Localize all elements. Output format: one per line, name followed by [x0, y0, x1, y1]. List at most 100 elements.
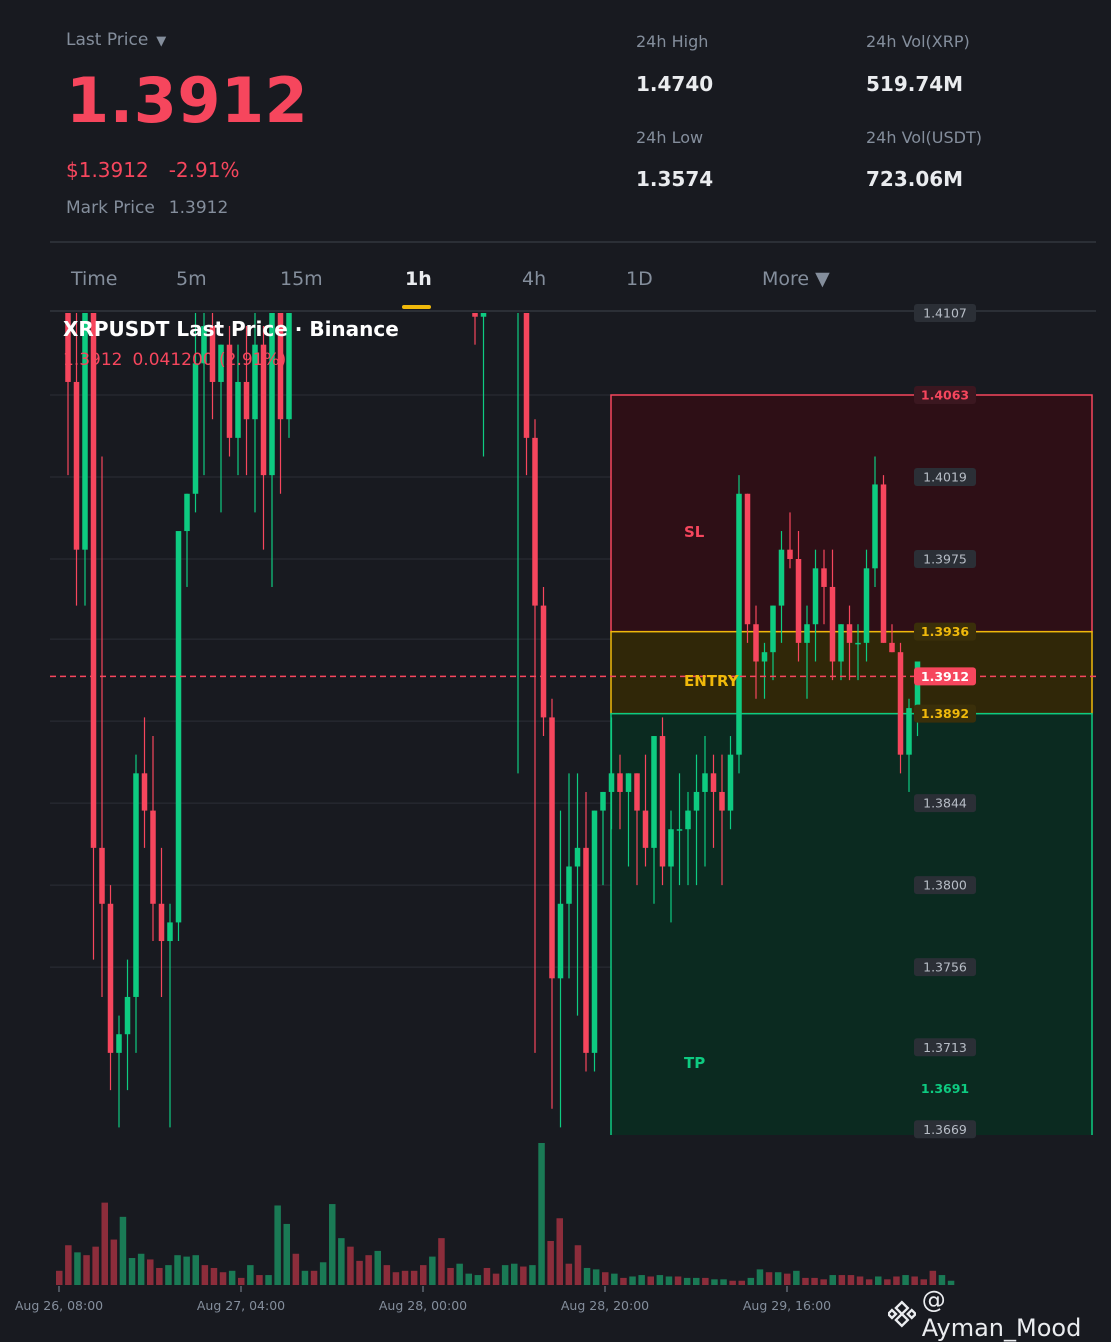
watermark-text: @ Ayman_Mood — [921, 1286, 1082, 1342]
volume-bar — [65, 1245, 72, 1285]
candle-body — [744, 493, 751, 625]
volume-bar — [702, 1277, 709, 1285]
candle — [158, 847, 165, 997]
chart-sub-change: 0.041200 (2.91%) — [132, 350, 287, 370]
volume-bar — [101, 1202, 108, 1285]
volume-bar — [365, 1255, 372, 1285]
candle-body — [906, 708, 912, 755]
candle — [566, 773, 572, 979]
candle-body — [124, 996, 131, 1035]
candle — [99, 456, 105, 997]
volume-bar — [520, 1266, 527, 1285]
candle — [523, 313, 530, 476]
y-tick-label: 1.4019 — [923, 470, 967, 485]
candle-body — [880, 484, 887, 643]
candle — [141, 717, 148, 848]
candle-body — [591, 810, 598, 1053]
candle-body — [192, 363, 199, 494]
x-tick-label: Aug 28, 00:00 — [379, 1298, 467, 1313]
candle — [532, 419, 538, 1053]
y-tick-label: 1.3892 — [921, 706, 969, 721]
volume-bar — [201, 1265, 209, 1285]
candle-body — [243, 381, 250, 420]
tp-label: TP — [684, 1054, 705, 1072]
candle-body — [634, 773, 640, 811]
candle-body — [897, 652, 904, 755]
volume-bar — [538, 1143, 545, 1285]
volume-bar — [301, 1270, 309, 1285]
y-tick: 1.4107 — [914, 304, 976, 322]
candle-body — [821, 568, 827, 587]
volume-bar — [465, 1273, 472, 1285]
volume-bar — [474, 1275, 482, 1285]
y-tick: 1.4019 — [914, 468, 976, 486]
volume-bar — [174, 1255, 181, 1285]
x-tick-label: Aug 28, 20:00 — [561, 1298, 649, 1313]
candle-body — [676, 829, 683, 831]
volume-bar — [247, 1265, 254, 1285]
candle-body — [829, 586, 836, 662]
candle — [517, 313, 519, 774]
y-tick: 1.4063 — [914, 386, 976, 404]
candle — [472, 313, 478, 345]
candle — [184, 493, 190, 587]
volume-bar — [529, 1265, 536, 1285]
candle-body — [617, 773, 623, 792]
candle-body — [90, 313, 97, 848]
volume-bar — [947, 1280, 955, 1285]
candle-body — [167, 922, 173, 942]
volume-bar — [929, 1270, 937, 1285]
volume-bar — [556, 1218, 563, 1285]
volume-bar — [392, 1272, 400, 1285]
volume-bar — [447, 1267, 454, 1285]
volume-bar — [165, 1265, 172, 1285]
x-tick-label: Aug 29, 16:00 — [743, 1298, 831, 1313]
volume-bar — [847, 1275, 855, 1285]
candlestick-chart[interactable]: SL ENTRY TP 1.4107 1.4063 1.4019 1.3975 1.3936 1… — [0, 0, 1111, 1328]
y-tick-label: 1.3800 — [923, 878, 967, 893]
volume-bar — [911, 1276, 918, 1285]
candle — [150, 736, 156, 942]
volume-bar — [693, 1277, 700, 1285]
volume-bar — [147, 1259, 154, 1285]
y-tick: 1.3800 — [914, 876, 976, 895]
sl-zone — [610, 394, 1093, 633]
y-tick: 1.3669 — [914, 1120, 976, 1139]
candle — [591, 810, 598, 1072]
candle-body — [141, 773, 148, 811]
volume-bar — [219, 1272, 227, 1285]
volume-bar — [583, 1267, 591, 1285]
volume-bar — [938, 1275, 946, 1285]
y-tick: 1.3912 — [914, 667, 976, 686]
volume-bar — [902, 1275, 909, 1285]
volume-bar — [238, 1277, 245, 1285]
candle-body — [719, 791, 725, 811]
y-tick-label: 1.3669 — [923, 1122, 967, 1137]
volume-bar — [820, 1279, 827, 1285]
volume-bar — [438, 1238, 445, 1285]
chart-title: XRPUSDT Last Price · Binance — [63, 317, 399, 341]
candle-body — [523, 313, 530, 438]
candle-body — [795, 559, 802, 643]
volume-bar — [383, 1265, 391, 1285]
candle-body — [133, 773, 139, 997]
candle-body — [540, 605, 547, 718]
y-tick: 1.3936 — [914, 622, 976, 641]
candle — [600, 791, 606, 886]
candle-body — [235, 381, 241, 438]
watermark: @ Ayman_Mood — [888, 1286, 1111, 1342]
volume-bar — [401, 1270, 409, 1285]
y-tick: 1.3975 — [914, 550, 976, 568]
sl-label: SL — [684, 523, 705, 541]
candle — [175, 531, 182, 942]
volume-bar — [893, 1276, 900, 1285]
volume-bar — [620, 1277, 627, 1285]
volume-bar — [611, 1273, 618, 1285]
candle — [167, 903, 173, 1128]
candle-body — [107, 903, 114, 1053]
y-tick-label: 1.3975 — [923, 552, 967, 567]
candle — [124, 959, 131, 1091]
candle-body — [566, 866, 572, 904]
volume-bar — [74, 1252, 81, 1285]
y-tick-label: 1.3713 — [923, 1040, 967, 1055]
